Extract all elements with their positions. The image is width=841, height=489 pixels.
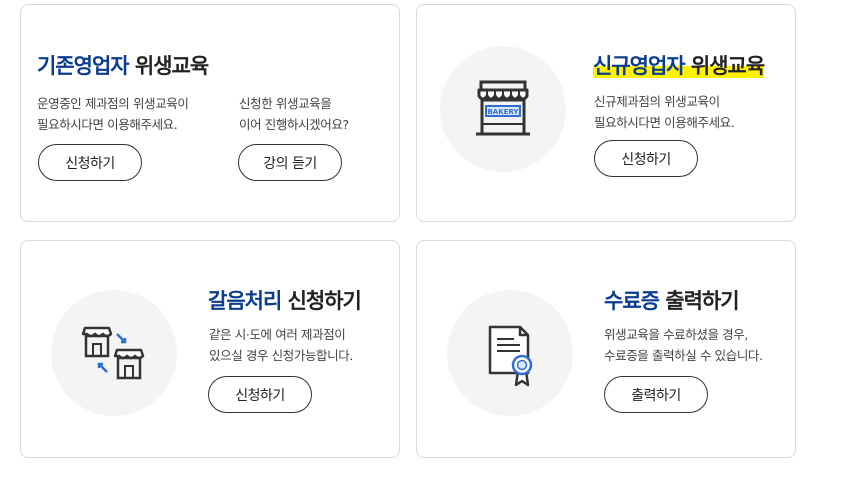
print-certificate-button[interactable]: 출력하기 [604,376,708,413]
new-operator-card: BAKERY 신규영업자 위생교육 신규제과점의 위생교육이 필요하시다면 이용… [416,4,796,222]
certificate-title: 수료증 출력하기 [604,289,740,313]
bakery-icon-circle: BAKERY [440,46,566,172]
replacement-apply-button[interactable]: 신청하기 [208,376,312,413]
new-operator-title: 신규영업자 위생교육 [593,54,765,78]
certificate-description: 위생교육을 수료하셨을 경우, 수료증을 출력하실 수 있습니다. [604,327,763,363]
replacement-description: 같은 시·도에 여러 제과점이 있으실 경우 신청가능합니다. [209,327,353,363]
existing-lecture-description: 신청한 위생교육을 이어 진행하시겠어요? [239,96,349,132]
certificate-icon-circle [447,290,573,416]
bakery-store-icon: BAKERY [476,80,530,136]
existing-operator-card: 기존영업자 위생교육 운영중인 제과점의 위생교육이 필요하시다면 이용해주세요… [20,4,400,222]
existing-apply-description: 운영중인 제과점의 위생교육이 필요하시다면 이용해주세요. [37,96,189,132]
new-operator-description: 신규제과점의 위생교육이 필요하시다면 이용해주세요. [594,94,735,130]
store-transfer-icon [81,326,145,380]
replacement-title: 갈음처리 신청하기 [208,289,362,313]
certificate-icon [488,325,533,387]
bakery-sign-text: BAKERY [487,108,519,116]
certificate-card: 수료증 출력하기 위생교육을 수료하셨을 경우, 수료증을 출력하실 수 있습니… [416,240,796,458]
existing-apply-button[interactable]: 신청하기 [38,144,142,181]
watch-lecture-button[interactable]: 강의 듣기 [238,144,342,181]
new-apply-button[interactable]: 신청하기 [594,140,698,177]
existing-operator-title: 기존영업자 위생교육 [37,54,209,78]
replacement-card: 갈음처리 신청하기 같은 시·도에 여러 제과점이 있으실 경우 신청가능합니다… [20,240,400,458]
store-transfer-icon-circle [51,290,177,416]
